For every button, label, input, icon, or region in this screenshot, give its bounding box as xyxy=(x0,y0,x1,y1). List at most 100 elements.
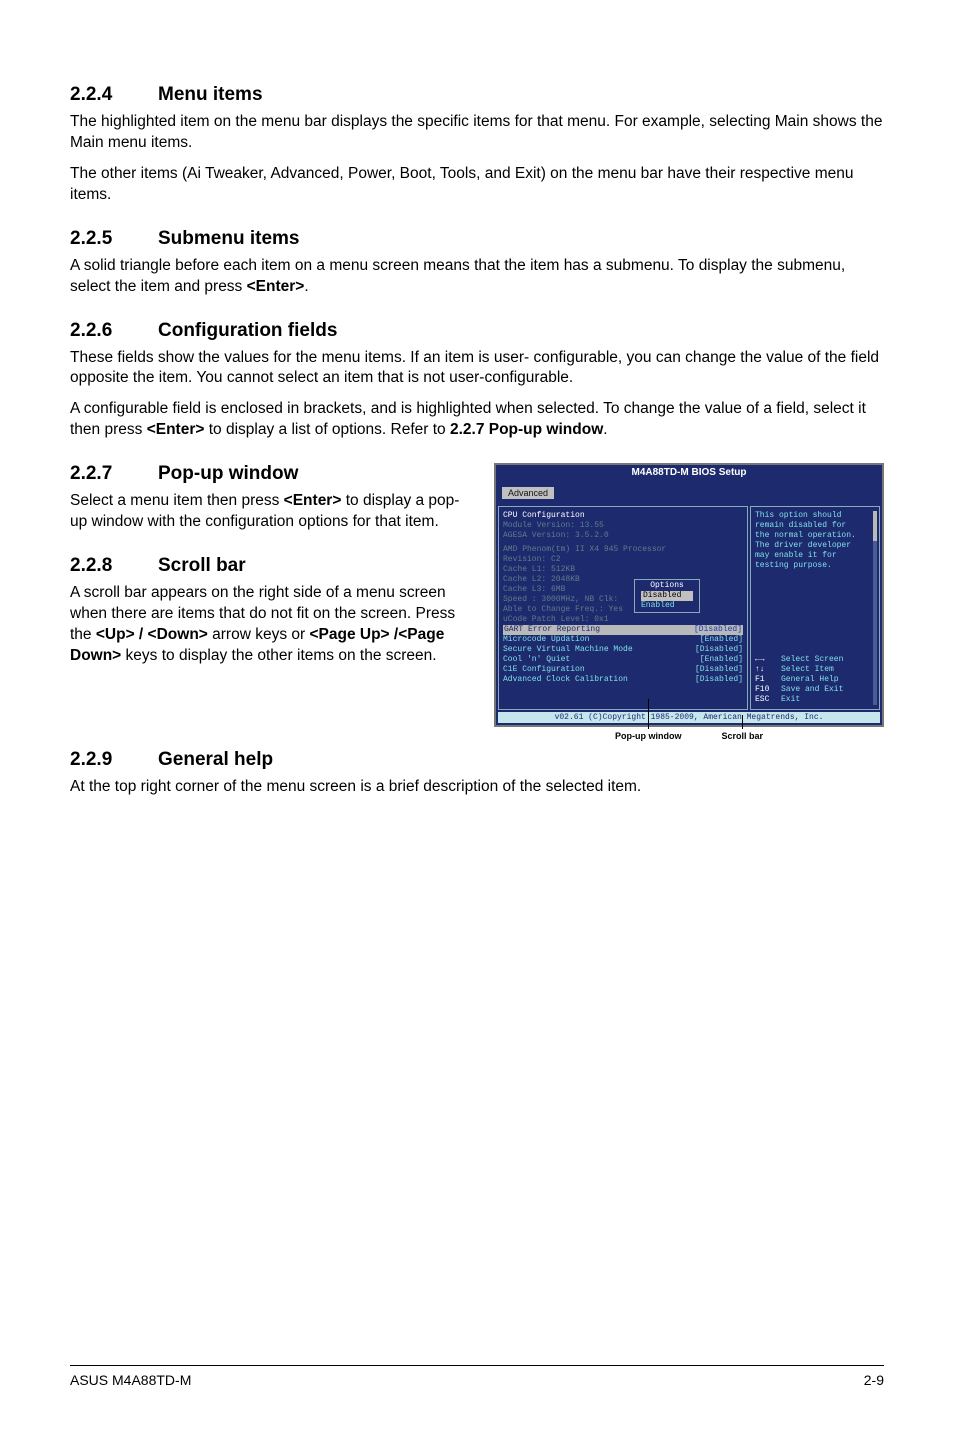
nav-key: F1 xyxy=(755,675,781,685)
help-line: the normal operation. xyxy=(755,531,875,541)
field-c1e[interactable]: C1E Configuration[Disabled] xyxy=(503,665,743,675)
left-text-column: 2.2.7Pop-up window Select a menu item th… xyxy=(70,463,476,741)
section-2-2-9: 2.2.9General help At the top right corne… xyxy=(70,749,884,798)
info-cache-l3: Cache L3: 6MB xyxy=(503,585,743,595)
field-cool-n-quiet[interactable]: Cool 'n' Quiet [Enabled] xyxy=(503,655,743,665)
popup-title: Options xyxy=(641,581,693,591)
screenshot-callouts: Pop-up window Scroll bar xyxy=(494,731,884,741)
nav-desc: General Help xyxy=(781,675,839,685)
info-module-version: Module Version: 13.55 xyxy=(503,521,743,531)
popup-option-disabled[interactable]: Disabled xyxy=(641,591,693,601)
field-label: Cool 'n' Quiet xyxy=(503,655,570,665)
section-2-2-8: 2.2.8Scroll bar A scroll bar appears on … xyxy=(70,555,476,667)
nav-save-exit: F10Save and Exit xyxy=(755,685,875,695)
callout-popup: Pop-up window xyxy=(615,731,682,741)
bios-help-panel: This option should remain disabled for t… xyxy=(750,506,880,710)
section-2-2-6: 2.2.6Configuration fields These fields s… xyxy=(70,320,884,442)
paragraph: A solid triangle before each item on a m… xyxy=(70,256,884,298)
help-line: remain disabled for xyxy=(755,521,875,531)
paragraph: A configurable field is enclosed in brac… xyxy=(70,399,884,441)
text-run: . xyxy=(304,278,308,295)
key-enter: <Enter> xyxy=(247,278,305,295)
info-revision: Revision: C2 xyxy=(503,555,743,565)
callout-line xyxy=(648,699,649,729)
field-label: GART Error Reporting xyxy=(504,625,600,634)
nav-desc: Exit xyxy=(781,695,800,705)
field-value: [Disabled] xyxy=(694,625,742,635)
heading-text: Pop-up window xyxy=(158,463,298,484)
key-enter: <Enter> xyxy=(147,421,205,438)
paragraph: A scroll bar appears on the right side o… xyxy=(70,583,476,667)
bios-screenshot-column: M4A88TD-M BIOS Setup Advanced CPU Config… xyxy=(494,463,884,741)
field-svm[interactable]: Secure Virtual Machine Mode [Disabled] xyxy=(503,645,743,655)
nav-select-item: ↑↓Select Item xyxy=(755,665,875,675)
info-cache-l2: Cache L2: 2048KB xyxy=(503,575,743,585)
xref-popup-window: 2.2.7 Pop-up window xyxy=(450,421,603,438)
section-2-2-7: 2.2.7Pop-up window Select a menu item th… xyxy=(70,463,476,533)
field-label: Secure Virtual Machine Mode xyxy=(503,645,633,655)
nav-desc: Save and Exit xyxy=(781,685,843,695)
heading-number: 2.2.5 xyxy=(70,228,158,250)
info-speed: Speed : 3000MHz, NB Clk: xyxy=(503,595,743,605)
two-column-row: 2.2.7Pop-up window Select a menu item th… xyxy=(70,463,884,741)
paragraph: The highlighted item on the menu bar dis… xyxy=(70,112,884,154)
heading-number: 2.2.4 xyxy=(70,84,158,106)
footer-page-number: 2-9 xyxy=(864,1372,884,1388)
info-agesa-version: AGESA Version: 3.5.2.0 xyxy=(503,531,743,541)
callout-scrollbar: Scroll bar xyxy=(721,731,763,741)
info-processor: AMD Phenom(tm) II X4 945 Processor xyxy=(503,545,743,555)
text-run: . xyxy=(603,421,607,438)
scroll-thumb[interactable] xyxy=(873,511,877,541)
heading-number: 2.2.8 xyxy=(70,555,158,577)
bios-title: M4A88TD-M BIOS Setup xyxy=(496,465,882,480)
field-value: [Disabled] xyxy=(695,645,743,655)
section-2-2-4: 2.2.4Menu items The highlighted item on … xyxy=(70,84,884,206)
text-run: to display a list of options. Refer to xyxy=(204,421,450,438)
section-2-2-5: 2.2.5Submenu items A solid triangle befo… xyxy=(70,228,884,298)
options-popup: Options Disabled Enabled xyxy=(634,579,700,613)
heading-number: 2.2.7 xyxy=(70,463,158,485)
heading-text: General help xyxy=(158,749,273,770)
field-value: [Enabled] xyxy=(700,635,743,645)
heading-popup-window: 2.2.7Pop-up window xyxy=(70,463,476,485)
nav-key: F10 xyxy=(755,685,781,695)
key-up-down: <Up> / <Down> xyxy=(96,626,208,643)
info-ucode: uCode Patch Level: 0x1 xyxy=(503,615,743,625)
popup-option-enabled[interactable]: Enabled xyxy=(641,601,693,611)
nav-key: ESC xyxy=(755,695,781,705)
cpu-config-header: CPU Configuration xyxy=(503,511,743,521)
help-line: testing purpose. xyxy=(755,561,875,571)
footer-model: ASUS M4A88TD-M xyxy=(70,1372,191,1388)
field-value: [Enabled] xyxy=(700,655,743,665)
field-label: Microcode Updation xyxy=(503,635,589,645)
field-gart-error[interactable]: GART Error Reporting [Disabled] xyxy=(503,625,743,635)
field-value: [Disabled] xyxy=(695,665,743,675)
heading-number: 2.2.6 xyxy=(70,320,158,342)
heading-text: Scroll bar xyxy=(158,555,246,576)
nav-general-help: F1General Help xyxy=(755,675,875,685)
key-enter: <Enter> xyxy=(284,492,342,509)
bios-copyright: v02.61 (C)Copyright 1985-2009, American … xyxy=(498,712,880,723)
text-run: keys to display the other items on the s… xyxy=(121,647,436,664)
heading-text: Submenu items xyxy=(158,228,299,249)
nav-desc: Select Screen xyxy=(781,655,843,665)
callout-label: Scroll bar xyxy=(721,731,763,741)
field-value: [Disabled] xyxy=(695,675,743,685)
text-run: arrow keys or xyxy=(208,626,310,643)
heading-number: 2.2.9 xyxy=(70,749,158,771)
callout-line xyxy=(742,715,743,729)
paragraph: The other items (Ai Tweaker, Advanced, P… xyxy=(70,164,884,206)
bios-window: M4A88TD-M BIOS Setup Advanced CPU Config… xyxy=(494,463,884,727)
bios-screenshot: M4A88TD-M BIOS Setup Advanced CPU Config… xyxy=(494,463,884,741)
text-run: A solid triangle before each item on a m… xyxy=(70,257,845,295)
nav-desc: Select Item xyxy=(781,665,834,675)
paragraph: At the top right corner of the menu scre… xyxy=(70,777,884,798)
help-line: The driver developer xyxy=(755,541,875,551)
tab-advanced[interactable]: Advanced xyxy=(502,487,554,499)
info-change-freq: Able to Change Freq.: Yes xyxy=(503,605,743,615)
bios-main-panel: CPU Configuration Module Version: 13.55 … xyxy=(498,506,748,710)
arrows-ud-icon: ↑↓ xyxy=(755,665,781,675)
nav-key-legend: ←→Select Screen ↑↓Select Item F1General … xyxy=(755,655,875,705)
field-microcode[interactable]: Microcode Updation [Enabled] xyxy=(503,635,743,645)
field-clock-calibration[interactable]: Advanced Clock Calibration[Disabled] xyxy=(503,675,743,685)
